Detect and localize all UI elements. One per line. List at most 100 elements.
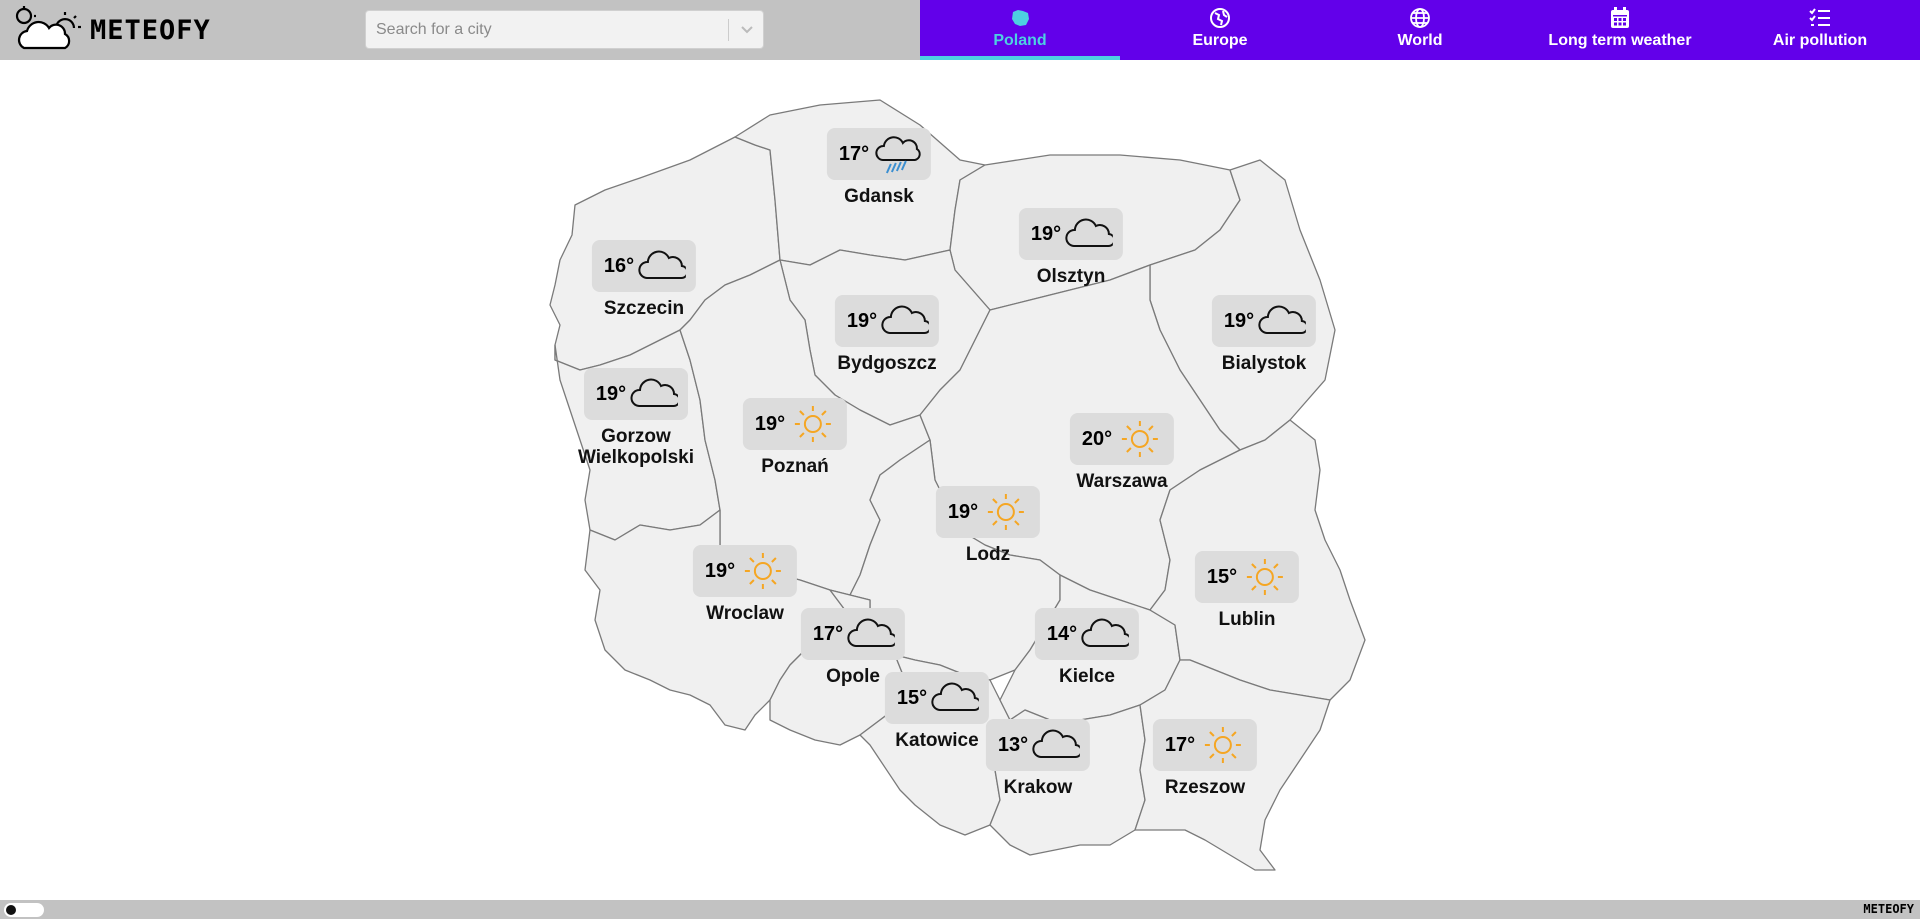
cloud-icon: [1081, 618, 1130, 647]
cloud-icon: [847, 618, 896, 647]
temperature: 17°: [1164, 733, 1196, 756]
city-name: Gdansk: [844, 186, 914, 207]
city-marker-gorzow-wielkopolski[interactable]: 19° Gorzow Wielkopolski: [578, 368, 694, 468]
checklist-icon: [1809, 7, 1831, 29]
weather-bubble: 15°: [1194, 551, 1300, 603]
city-name: Lublin: [1218, 609, 1276, 630]
weather-bubble: 17°: [826, 128, 932, 180]
tab-poland[interactable]: Poland: [920, 0, 1120, 60]
temperature: 17°: [838, 142, 870, 165]
city-marker-kielce[interactable]: 14° Kielce: [1034, 608, 1140, 687]
sun-icon: [745, 553, 782, 589]
tab-label: Air pollution: [1772, 32, 1868, 49]
cloud-icon: [630, 378, 679, 407]
europe-globe-icon: [1209, 7, 1231, 29]
weather-bubble: 15°: [884, 672, 990, 724]
tab-long-term-weather[interactable]: Long term weather: [1520, 0, 1720, 60]
city-name: Olsztyn: [1036, 266, 1106, 287]
weather-bubble: 13°: [985, 719, 1091, 771]
cloud-icon: [1065, 218, 1114, 247]
temperature: 19°: [1030, 222, 1062, 245]
city-name: Krakow: [1003, 777, 1073, 798]
cloud-icon: [931, 682, 980, 711]
footer-brand: METEOFY: [1863, 902, 1914, 916]
top-bar: METEOFY Poland Europe World: [0, 0, 1920, 60]
weather-bubble: 19°: [834, 295, 940, 347]
city-marker-olsztyn[interactable]: 19° Olsztyn: [1018, 208, 1124, 287]
city-name: Opole: [826, 666, 880, 687]
cloud-icon: [638, 250, 687, 279]
sun-icon: [1122, 421, 1159, 457]
tab-europe[interactable]: Europe: [1120, 0, 1320, 60]
sun-icon: [988, 494, 1025, 530]
city-name: Bydgoszcz: [837, 353, 937, 374]
sun-icon: [1205, 727, 1242, 763]
weather-bubble: 19°: [742, 398, 848, 450]
cloud-icon: [1032, 729, 1081, 758]
tab-label: Poland: [993, 32, 1047, 49]
sun-icon: [795, 406, 832, 442]
cloud-icon: [881, 305, 930, 334]
world-globe-icon: [1409, 7, 1431, 29]
weather-bubble: 17°: [800, 608, 906, 660]
calendar-icon: [1609, 7, 1631, 29]
city-name: Lodz: [965, 544, 1011, 565]
city-marker-lodz[interactable]: 19° Lodz: [935, 486, 1041, 565]
city-name: Poznań: [761, 456, 829, 477]
tab-label: World: [1397, 32, 1443, 49]
temperature: 15°: [1206, 565, 1238, 588]
city-name: Kielce: [1059, 666, 1115, 687]
city-marker-wroclaw[interactable]: 19° Wroclaw: [692, 545, 798, 624]
city-marker-poznan[interactable]: 19° Poznań: [742, 398, 848, 477]
logo-cloud-sun-icon: [15, 6, 81, 50]
search-input[interactable]: [366, 11, 726, 48]
city-marker-katowice[interactable]: 15° Katowice: [884, 672, 990, 751]
toggle-knob: [6, 905, 16, 915]
city-search[interactable]: [365, 10, 764, 49]
tab-world[interactable]: World: [1320, 0, 1520, 60]
city-name: Warszawa: [1076, 471, 1168, 492]
temperature: 19°: [754, 412, 786, 435]
main-nav: Poland Europe World Long term weather Ai…: [920, 0, 1920, 60]
temperature: 16°: [603, 254, 635, 277]
rain-cloud-icon: [875, 136, 921, 174]
temperature: 19°: [1223, 309, 1255, 332]
city-name: Rzeszow: [1164, 777, 1246, 798]
weather-bubble: 19°: [583, 368, 689, 420]
city-marker-warszawa[interactable]: 20° Warszawa: [1069, 413, 1175, 492]
app-logo[interactable]: METEOFY: [12, 5, 212, 55]
city-name: Katowice: [895, 730, 979, 751]
temperature: 17°: [812, 622, 844, 645]
chevron-down-icon[interactable]: [738, 20, 756, 38]
tab-air-pollution[interactable]: Air pollution: [1720, 0, 1920, 60]
city-name: Wroclaw: [706, 603, 784, 624]
city-marker-rzeszow[interactable]: 17° Rzeszow: [1152, 719, 1258, 798]
city-marker-bydgoszcz[interactable]: 19° Bydgoszcz: [834, 295, 940, 374]
temperature: 19°: [846, 309, 878, 332]
weather-bubble: 16°: [591, 240, 697, 292]
cloud-icon: [1258, 305, 1307, 334]
tab-label: Long term weather: [1548, 32, 1692, 49]
city-marker-lublin[interactable]: 15° Lublin: [1194, 551, 1300, 630]
footer-bar: METEOFY: [0, 900, 1920, 919]
city-marker-gdansk[interactable]: 17° Gdansk: [826, 128, 932, 207]
weather-bubble: 14°: [1034, 608, 1140, 660]
city-marker-szczecin[interactable]: 16° Szczecin: [591, 240, 697, 319]
temperature: 19°: [704, 559, 736, 582]
search-divider: [728, 19, 729, 41]
weather-bubble: 20°: [1069, 413, 1175, 465]
temperature: 20°: [1081, 427, 1113, 450]
city-name: Szczecin: [603, 298, 685, 319]
temperature: 15°: [896, 686, 928, 709]
city-marker-bialystok[interactable]: 19° Bialystok: [1211, 295, 1317, 374]
sun-icon: [1247, 559, 1284, 595]
poland-weather-map: 17° Gdansk 16° Szczecin 19° Olsztyn 19° …: [0, 60, 1920, 900]
weather-bubble: 19°: [692, 545, 798, 597]
temperature: 14°: [1046, 622, 1078, 645]
temperature: 13°: [997, 733, 1029, 756]
weather-bubble: 19°: [935, 486, 1041, 538]
poland-map-icon: [1009, 7, 1031, 29]
city-marker-krakow[interactable]: 13° Krakow: [985, 719, 1091, 798]
weather-bubble: 17°: [1152, 719, 1258, 771]
theme-toggle[interactable]: [4, 903, 44, 917]
